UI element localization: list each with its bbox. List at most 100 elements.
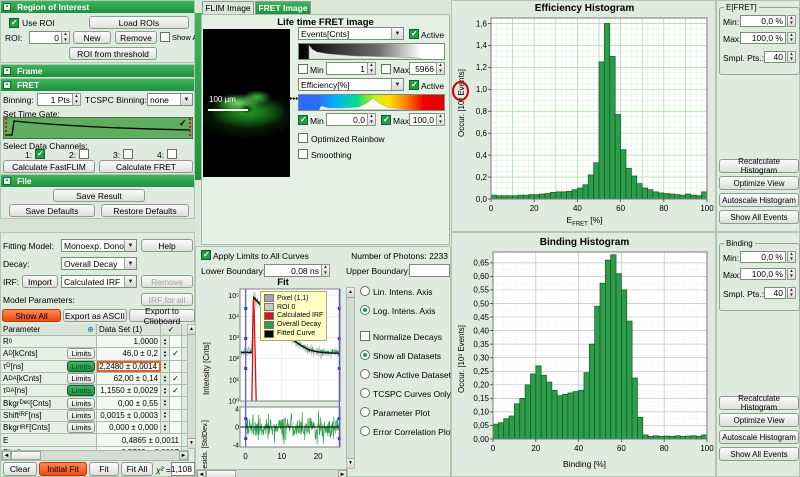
channel-3-checkbox[interactable]: [123, 149, 133, 159]
show-all-checkbox[interactable]: [160, 32, 170, 42]
fret-cell-image[interactable]: 100 µm: [203, 29, 290, 177]
param-value-spinner[interactable]: ▲▼: [161, 373, 170, 384]
collapse-icon[interactable]: ▪: [3, 3, 11, 11]
param-fit-checkbox[interactable]: [170, 410, 182, 421]
limits-button[interactable]: Limits: [67, 398, 95, 409]
remove-roi-button[interactable]: Remove: [115, 31, 157, 44]
show-all-params-button[interactable]: Show All: [2, 309, 61, 322]
limits-button[interactable]: Limits: [67, 361, 95, 372]
param-value[interactable]: 0,000 ± 0,000: [97, 422, 161, 433]
events-max-spinner[interactable]: ▲▼: [436, 62, 445, 75]
collapse-icon[interactable]: ▪: [3, 81, 11, 89]
help-button[interactable]: Help: [141, 239, 193, 252]
efficiency-max-input[interactable]: 100,0: [409, 113, 437, 126]
tab-fret-image[interactable]: FRET Image: [255, 1, 311, 14]
efficiency-max-checkbox[interactable]: [381, 115, 391, 125]
limits-button[interactable]: Limits: [67, 348, 95, 359]
show-all-events-button[interactable]: Show All Events: [719, 447, 799, 461]
show-all-events-button[interactable]: Show All Events: [719, 210, 799, 224]
restore-defaults-button[interactable]: Restore Defaults: [101, 204, 189, 217]
initial-fit-button[interactable]: Initial Fit: [39, 462, 87, 476]
efficiency-rainbow-bar[interactable]: [298, 94, 445, 111]
efret-max-spinner[interactable]: ▲▼: [787, 32, 796, 44]
autoscale-histogram-button[interactable]: Autoscale Histogram: [719, 430, 799, 444]
export-clipboard-button[interactable]: Export to Clipboard: [129, 309, 195, 322]
tab-flim-image[interactable]: FLIM Image: [202, 1, 254, 14]
collapse-icon[interactable]: ▪: [3, 177, 11, 185]
efficiency-min-checkbox[interactable]: [298, 115, 308, 125]
limits-button[interactable]: Limits: [67, 385, 95, 396]
events-active-checkbox[interactable]: [409, 29, 419, 39]
limits-button[interactable]: Limits: [67, 422, 95, 433]
export-ascii-button[interactable]: Export as ASCII: [63, 309, 127, 322]
efficiency-histogram-chart[interactable]: 0,00,20,40,60,81,01,21,41,6020406080100: [465, 15, 715, 215]
param-value-spinner[interactable]: ▲▼: [161, 397, 170, 408]
param-fit-checkbox[interactable]: ✓: [170, 373, 182, 384]
param-table-hscrollbar[interactable]: ◄ ►: [1, 450, 189, 461]
events-min-checkbox[interactable]: [298, 64, 308, 74]
param-value-spinner[interactable]: ▲▼: [161, 361, 170, 372]
param-value[interactable]: 0,00 ± 0,55: [97, 397, 161, 408]
roi-spinner[interactable]: ▲▼: [61, 31, 70, 44]
autoscale-histogram-button[interactable]: Autoscale Histogram: [719, 193, 799, 207]
events-min-spinner[interactable]: ▲▼: [367, 62, 376, 75]
save-defaults-button[interactable]: Save Defaults: [9, 204, 95, 217]
binding-smpl-spinner[interactable]: ▲▼: [787, 287, 796, 299]
fit-plot-vscrollbar[interactable]: ▲ ▼: [346, 287, 355, 469]
frame-section-header[interactable]: ▪Frame: [1, 65, 194, 77]
efficiency-max-spinner[interactable]: ▲▼: [436, 113, 445, 126]
channel-4-checkbox[interactable]: [167, 149, 177, 159]
roi-section-header[interactable]: ▪Region of Interest: [1, 1, 194, 13]
fret-section-header[interactable]: ▪FRET: [1, 79, 194, 91]
decay-dropdown[interactable]: Overall Decay▼: [61, 257, 137, 270]
param-value[interactable]: 1,1550 ± 0,0029: [97, 385, 161, 396]
radio-show-all-datasets[interactable]: [360, 350, 370, 360]
param-value[interactable]: 0,0015 ± 0,0003: [97, 410, 161, 421]
radio-lin-intens-axis[interactable]: [360, 286, 370, 296]
efret-max-input[interactable]: 100,0 %: [740, 32, 786, 44]
events-gradient-bar[interactable]: [298, 43, 445, 60]
fit-button[interactable]: Fit: [89, 462, 119, 476]
scroll-right-icon[interactable]: ►: [179, 451, 188, 460]
param-value-spinner[interactable]: ▲▼: [161, 422, 170, 433]
param-value-spinner[interactable]: ▲▼: [161, 410, 170, 421]
tcspc-binning-dropdown[interactable]: none▼: [147, 93, 193, 106]
dataset-column-header[interactable]: Data Set (1): [99, 325, 142, 334]
binding-max-input[interactable]: 100,0 %: [740, 268, 786, 280]
binding-min-spinner[interactable]: ▲▼: [787, 251, 796, 263]
param-value[interactable]: 62,00 ± 0,14: [97, 373, 161, 384]
channel-2-checkbox[interactable]: [79, 149, 89, 159]
binning-input[interactable]: 1 Pts: [37, 93, 73, 106]
binding-smpl-input[interactable]: 40: [764, 287, 786, 299]
file-section-header[interactable]: ▪File: [1, 175, 194, 187]
efret-smpl-spinner[interactable]: ▲▼: [787, 51, 796, 63]
roi-from-threshold-button[interactable]: ROI from threshold: [69, 47, 157, 60]
efficiency-active-checkbox[interactable]: [409, 80, 419, 90]
efficiency-min-input[interactable]: 0,0: [326, 113, 368, 126]
fit-all-button[interactable]: Fit All: [121, 462, 153, 476]
param-column-header[interactable]: Parameter: [3, 325, 40, 334]
collapse-icon[interactable]: ▪: [3, 67, 11, 75]
efret-smpl-input[interactable]: 40: [764, 51, 786, 63]
param-value-spinner[interactable]: ▲▼: [161, 385, 170, 396]
param-value-spinner[interactable]: ▲▼: [161, 336, 170, 347]
fitting-model-dropdown[interactable]: Monoexp. Donor▼: [61, 239, 137, 252]
scroll-up-icon[interactable]: ▲: [188, 325, 195, 335]
radio-show-active-dataset[interactable]: [360, 369, 370, 379]
limits-button[interactable]: Limits: [67, 410, 95, 421]
efret-min-input[interactable]: 0,0 %: [740, 15, 786, 27]
globe-icon[interactable]: ⊕: [87, 325, 94, 334]
binding-min-input[interactable]: 0,0 %: [740, 251, 786, 263]
use-roi-checkbox[interactable]: [9, 18, 19, 28]
lower-boundary-input[interactable]: 0,08 ns: [264, 264, 322, 277]
binding-histogram-chart[interactable]: 0,000,050,100,150,200,250,300,350,400,45…: [465, 249, 715, 457]
events-max-input[interactable]: 5966: [409, 62, 437, 75]
param-fit-checkbox[interactable]: [170, 361, 182, 372]
smoothing-checkbox[interactable]: [298, 149, 308, 159]
recalculate-histogram-button[interactable]: Recalculate Histogram: [719, 396, 799, 410]
scroll-down-icon[interactable]: ▼: [347, 458, 354, 468]
binding-max-spinner[interactable]: ▲▼: [787, 268, 796, 280]
scrollbar-thumb[interactable]: [206, 470, 236, 477]
param-fit-checkbox[interactable]: [170, 397, 182, 408]
load-rois-button[interactable]: Load ROIs: [89, 16, 189, 29]
